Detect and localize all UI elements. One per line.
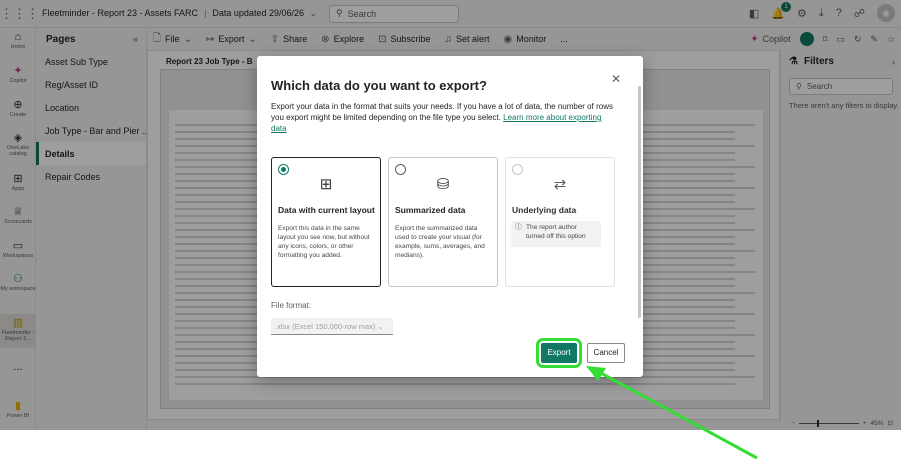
export-button[interactable]: Export: [536, 338, 582, 368]
file-format-label: File format:: [271, 301, 312, 310]
option-title: Underlying data: [512, 205, 577, 215]
option-description: Export this data in the same layout you …: [278, 225, 370, 259]
option-underlying-data: ⇄ Underlying data ⓘ The report author tur…: [505, 157, 615, 287]
database-icon: ⛁: [436, 176, 450, 193]
export-data-dialog: ✕ Which data do you want to export? Expo…: [257, 56, 643, 377]
table-icon: ⊞: [319, 176, 333, 193]
chevron-down-icon: ⌄: [377, 322, 384, 331]
dialog-scrollbar[interactable]: [638, 86, 641, 318]
info-icon: ⓘ: [515, 224, 522, 231]
option-current-layout[interactable]: ⊞ Data with current layout Export this d…: [271, 157, 381, 287]
option-description: Export the summarized data used to creat…: [395, 225, 485, 259]
radio-current-layout[interactable]: [278, 164, 289, 175]
file-format-value: .xlsx (Excel 150,000-row max): [275, 322, 376, 331]
dialog-title: Which data do you want to export?: [271, 78, 487, 93]
power-bi-app: ⋮⋮⋮ Fleetminder - Report 23 - Assets FAR…: [0, 0, 901, 430]
file-format-select[interactable]: .xlsx (Excel 150,000-row max) ⌄: [271, 318, 393, 335]
cancel-button[interactable]: Cancel: [587, 343, 625, 363]
bottom-margin: [0, 430, 901, 465]
close-icon[interactable]: ✕: [611, 72, 621, 86]
option-disabled-note: ⓘ The report author turned off this optio…: [511, 221, 601, 247]
option-summarized-data[interactable]: ⛁ Summarized data Export the summarized …: [388, 157, 498, 287]
radio-underlying-data: [512, 164, 523, 175]
radio-summarized-data[interactable]: [395, 164, 406, 175]
option-title: Summarized data: [395, 205, 466, 215]
option-title: Data with current layout: [278, 205, 375, 215]
dialog-description: Export your data in the format that suit…: [271, 101, 616, 134]
option-note-text: The report author turned off this option: [526, 224, 586, 240]
underlying-data-icon: ⇄: [553, 176, 567, 193]
